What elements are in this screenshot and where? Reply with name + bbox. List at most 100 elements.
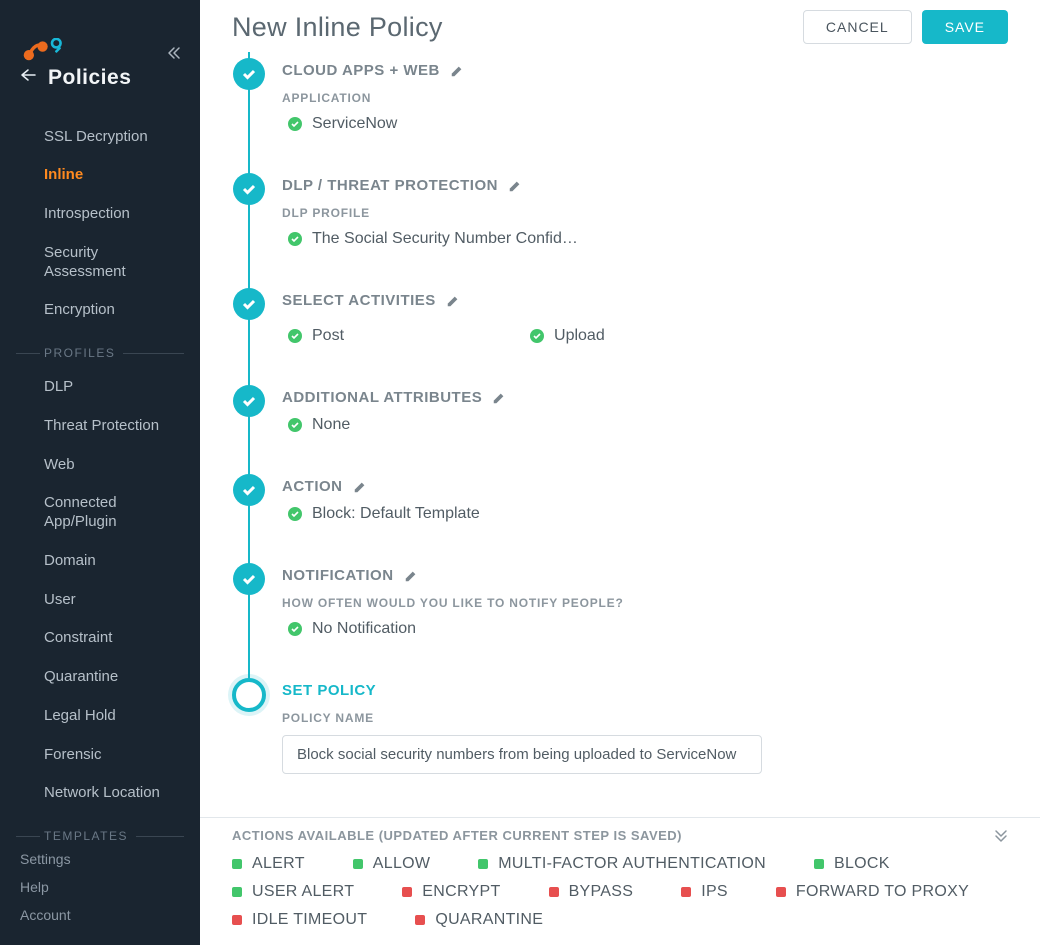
action-label: ENCRYPT [422,883,500,901]
wizard-step-action: ACTION Block: Default Template [232,478,1008,567]
step-title: ACTION [282,478,343,495]
sidebar-settings-link[interactable]: Settings [20,851,180,867]
step-value: The Social Security Number Confid… [288,230,1008,248]
wizard-step-set-policy: SET POLICY POLICY NAME [232,682,1008,774]
sidebar-item-user[interactable]: User [0,581,200,620]
wizard: CLOUD APPS + WEB APPLICATION ServiceNow [200,52,1040,774]
status-dot-icon [415,915,425,925]
sidebar-account-link[interactable]: Account [20,907,180,923]
step-sublabel: HOW OFTEN WOULD YOU LIKE TO NOTIFY PEOPL… [282,596,1008,610]
actions-footer: ACTIONS AVAILABLE (UPDATED AFTER CURRENT… [200,817,1040,945]
step-complete-icon [233,288,265,320]
step-value: ServiceNow [288,115,1008,133]
sidebar-item-network-location[interactable]: Network Location [0,774,200,813]
value-text: No Notification [312,620,416,638]
step-complete-icon [233,474,265,506]
action-label: QUARANTINE [435,911,543,929]
step-title: SET POLICY [282,682,376,699]
action-label: ALERT [252,855,305,873]
status-dot-icon [353,859,363,869]
action-label: FORWARD TO PROXY [796,883,969,901]
wizard-scroll[interactable]: CLOUD APPS + WEB APPLICATION ServiceNow [200,52,1040,945]
status-dot-icon [814,859,824,869]
action-chip-ips: IPS [681,883,728,901]
main-content: New Inline Policy CANCEL SAVE CLOUD APPS… [200,0,1040,945]
edit-icon[interactable] [353,480,367,494]
sidebar-item-encryption[interactable]: Encryption [0,291,200,330]
action-label: BYPASS [569,883,634,901]
wizard-step-attributes: ADDITIONAL ATTRIBUTES None [232,389,1008,478]
check-circle-icon [288,329,302,343]
sidebar-top [0,0,200,60]
step-sublabel: POLICY NAME [282,711,1008,725]
sidebar-item-introspection[interactable]: Introspection [0,195,200,234]
sidebar-item-domain[interactable]: Domain [0,542,200,581]
sidebar-help-link[interactable]: Help [20,879,180,895]
edit-icon[interactable] [450,64,464,78]
step-complete-icon [233,385,265,417]
topbar: New Inline Policy CANCEL SAVE [200,0,1040,52]
edit-icon[interactable] [492,391,506,405]
status-dot-icon [776,887,786,897]
app-logo [20,38,72,60]
back-arrow-icon[interactable] [20,68,36,87]
step-active-icon [232,678,266,712]
step-complete-icon [233,58,265,90]
sidebar-footer: Settings Help Account [0,851,200,945]
templates-label: TEMPLATES [44,829,128,843]
check-circle-icon [530,329,544,343]
edit-icon[interactable] [404,569,418,583]
sidebar-item-inline[interactable]: Inline [0,156,200,195]
policy-name-input[interactable] [282,735,762,774]
sidebar-title: Policies [48,66,131,90]
sidebar: Policies SSL Decryption Inline Introspec… [0,0,200,945]
step-sublabel: APPLICATION [282,91,1008,105]
edit-icon[interactable] [446,294,460,308]
action-label: IDLE TIMEOUT [252,911,367,929]
sidebar-item-legal-hold[interactable]: Legal Hold [0,697,200,736]
page-title: New Inline Policy [232,12,443,43]
sidebar-item-quarantine[interactable]: Quarantine [0,658,200,697]
step-title: DLP / THREAT PROTECTION [282,177,498,194]
action-chip-bypass: BYPASS [549,883,634,901]
action-chip-idle-timeout: IDLE TIMEOUT [232,911,367,929]
status-dot-icon [232,915,242,925]
actions-grid: ALERT ALLOW MULTI-FACTOR AUTHENTICATION … [232,855,1008,929]
sidebar-item-forensic[interactable]: Forensic [0,736,200,775]
action-label: MULTI-FACTOR AUTHENTICATION [498,855,766,873]
edit-icon[interactable] [508,179,522,193]
action-chip-block: BLOCK [814,855,890,873]
status-dot-icon [681,887,691,897]
save-button[interactable]: SAVE [922,10,1008,44]
value-text: Post [312,327,344,345]
action-chip-quarantine: QUARANTINE [415,911,543,929]
step-title: CLOUD APPS + WEB [282,62,440,79]
sidebar-divider-templates: TEMPLATES [0,829,200,843]
sidebar-item-connected-app-plugin[interactable]: Connected App/Plugin [0,484,200,542]
action-label: IPS [701,883,728,901]
step-complete-icon [233,563,265,595]
step-title: ADDITIONAL ATTRIBUTES [282,389,482,406]
action-label: USER ALERT [252,883,354,901]
check-circle-icon [288,117,302,131]
wizard-step-dlp: DLP / THREAT PROTECTION DLP PROFILE The … [232,177,1008,292]
sidebar-item-constraint[interactable]: Constraint [0,619,200,658]
check-circle-icon [288,507,302,521]
wizard-step-notification: NOTIFICATION HOW OFTEN WOULD YOU LIKE TO… [232,567,1008,682]
sidebar-item-threat-protection[interactable]: Threat Protection [0,407,200,446]
sidebar-collapse-icon[interactable] [166,46,182,60]
sidebar-item-ssl-decryption[interactable]: SSL Decryption [0,118,200,157]
topbar-actions: CANCEL SAVE [803,10,1008,44]
action-chip-allow: ALLOW [353,855,431,873]
step-title: NOTIFICATION [282,567,394,584]
sidebar-item-web[interactable]: Web [0,446,200,485]
step-value: No Notification [288,620,1008,638]
sidebar-section-header: Policies [0,66,200,90]
value-text: The Social Security Number Confid… [312,230,578,248]
status-dot-icon [478,859,488,869]
cancel-button[interactable]: CANCEL [803,10,912,44]
chevron-double-down-icon[interactable] [994,829,1008,843]
sidebar-item-dlp[interactable]: DLP [0,368,200,407]
sidebar-item-security-assessment[interactable]: Security Assessment [0,234,200,292]
action-label: BLOCK [834,855,890,873]
